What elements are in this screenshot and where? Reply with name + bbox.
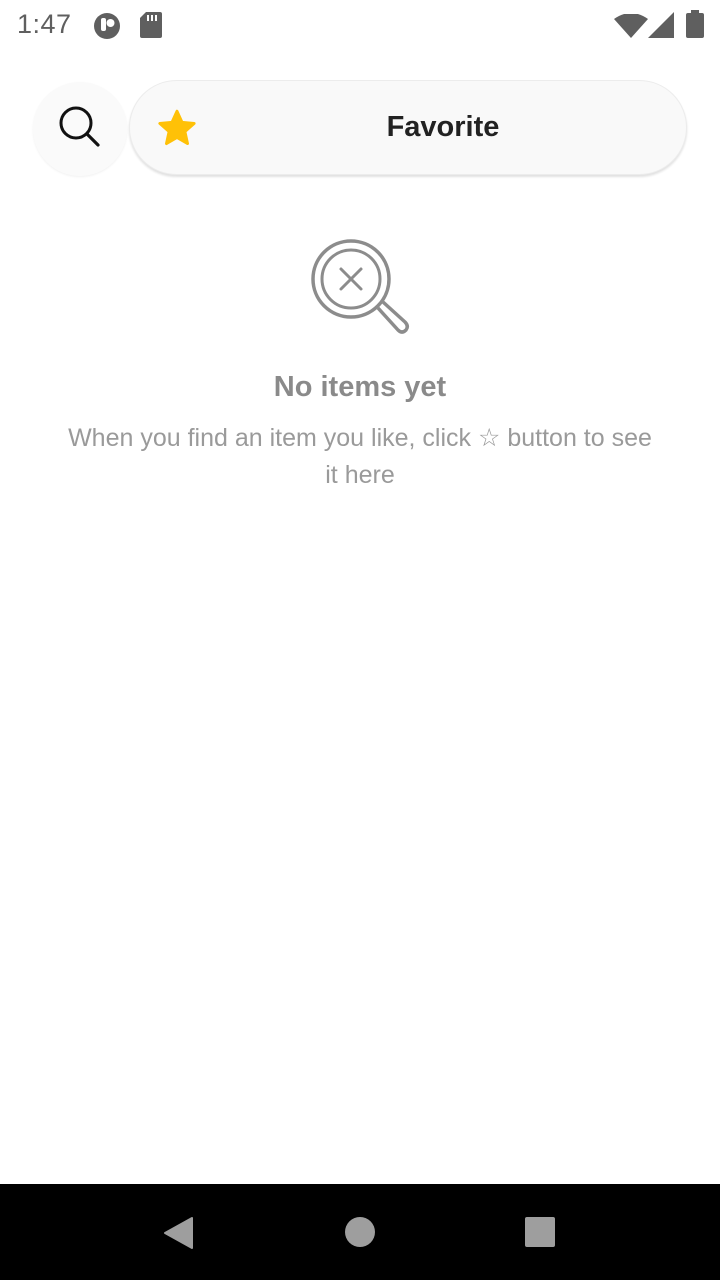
screen: 1:47 Favorite No items yet When you find… [0,0,720,1280]
search-icon [58,105,102,154]
empty-state-title: No items yet [273,371,447,403]
cellular-signal-icon [648,12,674,43]
battery-icon [686,10,704,43]
empty-state-description: When you find an item you like, click ☆ … [68,424,652,489]
favorite-tab-label: Favorite [386,111,500,143]
search-button[interactable] [33,82,127,176]
status-bar: 1:47 [0,0,720,50]
status-time: 1:47 [17,9,72,39]
sd-card-icon [140,12,162,43]
favorite-tab[interactable]: Favorite [129,80,687,175]
search-no-results-icon [310,238,410,343]
wifi-icon [614,13,648,43]
navigation-bar [0,1184,720,1280]
recents-icon[interactable] [525,1217,555,1252]
home-icon[interactable] [344,1216,376,1253]
back-icon[interactable] [162,1216,194,1255]
app-notification-icon [92,12,122,45]
